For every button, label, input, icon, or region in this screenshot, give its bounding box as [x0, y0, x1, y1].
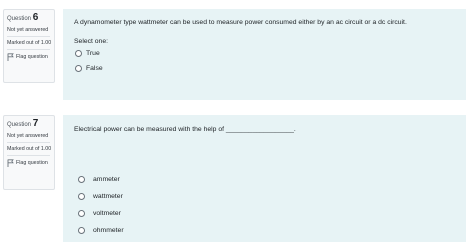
question-info-6: Question 6 Not yet answered Marked out o…	[3, 9, 55, 83]
flag-question-button[interactable]: Flag question	[7, 159, 54, 167]
divider	[7, 49, 50, 50]
divider	[7, 142, 50, 143]
question-grade: Marked out of 1.00	[7, 146, 52, 152]
question-number-label: Question 6	[7, 12, 39, 23]
option-label: ohmmeter	[93, 227, 124, 234]
divider	[7, 155, 50, 156]
answer-option-voltmeter[interactable]: voltmeter	[78, 210, 121, 217]
flag-icon	[7, 53, 14, 61]
radio-button[interactable]	[75, 65, 82, 72]
radio-button[interactable]	[75, 50, 82, 57]
question-state: Not yet answered	[7, 133, 49, 139]
select-one-prompt: Select one:	[74, 38, 109, 45]
question-number: 7	[32, 118, 39, 129]
question-info-7: Question 7 Not yet answered Marked out o…	[3, 115, 55, 190]
radio-button[interactable]	[78, 193, 85, 200]
option-label: wattmeter	[93, 193, 123, 200]
question-content-6: A dynamometer type wattmeter can be used…	[63, 9, 466, 100]
question-grade: Marked out of 1.00	[7, 40, 52, 46]
question-number: 6	[32, 12, 39, 23]
radio-button[interactable]	[78, 210, 85, 217]
radio-button[interactable]	[78, 176, 85, 183]
question-content-7: Electrical power can be measured with th…	[63, 115, 466, 242]
answer-option-wattmeter[interactable]: wattmeter	[78, 193, 123, 200]
flag-question-label: Flag question	[16, 160, 48, 166]
flag-icon	[7, 159, 14, 167]
answer-option-false[interactable]: False	[75, 65, 103, 72]
divider	[7, 36, 50, 37]
radio-button[interactable]	[78, 227, 85, 234]
question-text: Electrical power can be measured with th…	[74, 126, 296, 133]
option-label: ammeter	[93, 176, 120, 183]
option-label: True	[86, 50, 100, 57]
flag-question-label: Flag question	[16, 54, 48, 60]
option-label: False	[86, 65, 103, 72]
flag-question-button[interactable]: Flag question	[7, 53, 54, 61]
question-state: Not yet answered	[7, 27, 49, 33]
question-text: A dynamometer type wattmeter can be used…	[74, 19, 407, 26]
answer-option-ohmmeter[interactable]: ohmmeter	[78, 227, 124, 234]
question-number-label: Question 7	[7, 118, 39, 129]
answer-option-true[interactable]: True	[75, 50, 100, 57]
option-label: voltmeter	[93, 210, 121, 217]
answer-option-ammeter[interactable]: ammeter	[78, 176, 120, 183]
